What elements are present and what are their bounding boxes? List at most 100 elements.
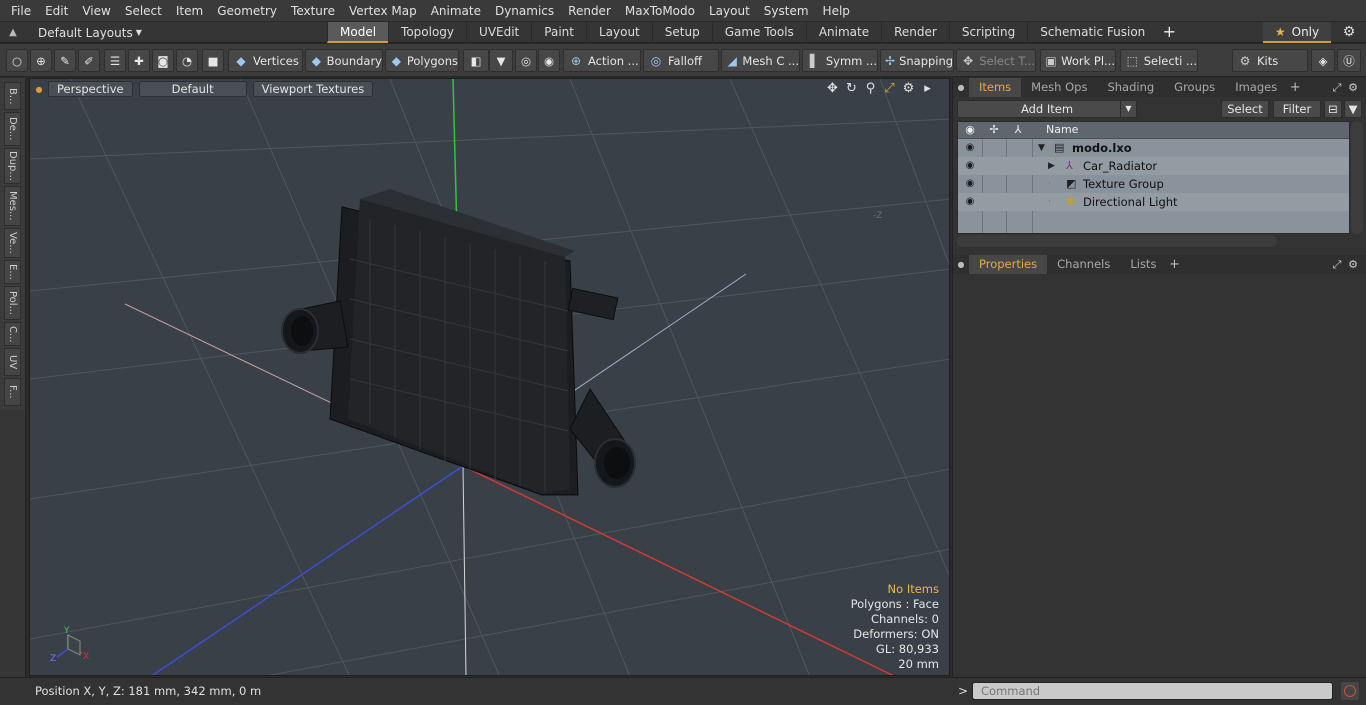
left-tab-edge[interactable]: E... <box>4 260 21 284</box>
menu-animate[interactable]: Animate <box>424 0 488 22</box>
lock-pin-icon[interactable]: ✢ <box>984 122 1004 139</box>
panel-menu-dot-icon[interactable]: ● <box>953 260 969 269</box>
tab-shading[interactable]: Shading <box>1097 78 1164 97</box>
layouts-dropdown[interactable]: ▲ Default Layouts ▼ <box>0 22 142 43</box>
selection-sets-button[interactable]: ⬚ Selecti ... <box>1120 49 1198 72</box>
collapse-up-icon[interactable]: ▲ <box>0 27 26 38</box>
item-mode-cube-icon[interactable]: ■ <box>202 49 224 72</box>
add-panel-tab-plus-icon[interactable]: + <box>1166 257 1182 272</box>
circle-select-icon[interactable]: ○ <box>6 49 28 72</box>
eye-visibility-icon[interactable]: ◉ <box>962 175 978 193</box>
3d-viewport[interactable]: -Z Y X Z ● Perspective Default Viewport … <box>29 78 950 676</box>
left-tab-mesh-edit[interactable]: Mes... <box>4 186 21 226</box>
tab-groups[interactable]: Groups <box>1164 78 1225 97</box>
tab-lists[interactable]: Lists <box>1120 255 1166 274</box>
tab-uvedit[interactable]: UVEdit <box>466 22 531 43</box>
pen-icon[interactable]: ✎ <box>54 49 76 72</box>
menu-file[interactable]: File <box>4 0 38 22</box>
gear-icon[interactable]: ⚙ <box>1338 22 1360 43</box>
left-tab-basic[interactable]: B... <box>4 82 21 110</box>
menu-select[interactable]: Select <box>118 0 169 22</box>
add-tab-plus-icon[interactable]: + <box>1157 22 1181 43</box>
tab-mesh-ops[interactable]: Mesh Ops <box>1021 78 1097 97</box>
left-tab-fusion[interactable]: F... <box>4 378 21 406</box>
unreal-icon[interactable]: Ⓤ <box>1337 49 1361 72</box>
tab-items[interactable]: Items <box>969 78 1022 97</box>
select-through-button[interactable]: ✥ Select T... <box>956 49 1036 72</box>
symmetry-button[interactable]: ▌ Symm ... <box>802 49 878 72</box>
record-macro-icon[interactable] <box>1341 682 1359 700</box>
tab-schematic-fusion[interactable]: Schematic Fusion <box>1027 22 1157 43</box>
snapping-button[interactable]: ✢ Snapping <box>880 49 954 72</box>
eye-visibility-icon[interactable]: ◉ <box>962 139 978 157</box>
menu-maxtomodo[interactable]: MaxToModo <box>618 0 702 22</box>
tab-scripting[interactable]: Scripting <box>948 22 1027 43</box>
globe-icon[interactable]: ⊕ <box>30 49 52 72</box>
tab-model[interactable]: Model <box>327 22 389 43</box>
align-icon[interactable]: ☰ <box>104 49 126 72</box>
panel-gear-icon[interactable]: ⚙ <box>1345 255 1361 274</box>
menu-view[interactable]: View <box>75 0 117 22</box>
expand-panel-icon[interactable]: ⤢ <box>1329 78 1345 97</box>
unity-icon[interactable]: ◈ <box>1311 49 1335 72</box>
expand-panel-icon[interactable]: ⤢ <box>1329 255 1345 274</box>
tab-topology[interactable]: Topology <box>388 22 466 43</box>
action-center-button[interactable]: ⊕ Action ... <box>563 49 641 72</box>
car-radiator-model[interactable] <box>281 189 636 496</box>
tab-images[interactable]: Images <box>1225 78 1287 97</box>
falloff-button[interactable]: ◎ Falloff <box>643 49 719 72</box>
perspective-view-button[interactable]: Perspective <box>48 81 133 97</box>
locator-axis-icon[interactable]: ⅄ <box>1008 122 1028 139</box>
menu-geometry[interactable]: Geometry <box>210 0 284 22</box>
polygons-mode-button[interactable]: ◆ Polygons <box>385 49 459 72</box>
action-center-icon[interactable]: ◎ <box>515 49 537 72</box>
chevron-down-icon[interactable]: ▼ <box>489 49 513 72</box>
mesh-constraint-button[interactable]: ◢ Mesh C ... <box>721 49 800 72</box>
pan-move-icon[interactable]: ✥ <box>823 81 842 96</box>
menu-vertex-map[interactable]: Vertex Map <box>342 0 424 22</box>
left-tab-duplicate[interactable]: Dup... <box>4 148 21 184</box>
menu-layout[interactable]: Layout <box>702 0 757 22</box>
expand-triangle-icon[interactable]: ▶ <box>1048 157 1055 175</box>
kits-button[interactable]: ⚙ Kits <box>1232 49 1308 72</box>
list-item-directional-light[interactable]: ◉ · ✺ Directional Light <box>958 193 1349 211</box>
brush-icon[interactable]: ✐ <box>78 49 100 72</box>
vertices-mode-button[interactable]: ◆ Vertices <box>228 49 303 72</box>
tab-layout[interactable]: Layout <box>585 22 652 43</box>
list-item-modo-lxo[interactable]: ◉ ▼ ▤ modo.lxo <box>958 139 1349 157</box>
menu-edit[interactable]: Edit <box>38 0 75 22</box>
expand-triangle-icon[interactable]: ▼ <box>1038 139 1045 157</box>
menu-system[interactable]: System <box>757 0 816 22</box>
viewport-scene[interactable]: -Z Y X Z <box>30 79 950 676</box>
name-column-header[interactable]: Name <box>1046 122 1078 139</box>
add-panel-tab-plus-icon[interactable]: + <box>1287 80 1303 95</box>
menu-texture[interactable]: Texture <box>284 0 342 22</box>
viewport-gear-icon[interactable]: ⚙ <box>899 81 918 96</box>
menu-render[interactable]: Render <box>561 0 618 22</box>
tab-paint[interactable]: Paint <box>531 22 586 43</box>
maximize-icon[interactable]: ⤢ <box>880 81 899 96</box>
pie-icon[interactable]: ◔ <box>176 49 198 72</box>
frame-icon[interactable]: ◙ <box>152 49 174 72</box>
chevron-down-icon[interactable]: ▼ <box>1120 101 1136 117</box>
tab-properties[interactable]: Properties <box>969 255 1048 274</box>
eye-visibility-icon[interactable]: ◉ <box>962 157 978 175</box>
viewport-textures-button[interactable]: Viewport Textures <box>252 81 374 97</box>
only-toggle[interactable]: ★ Only <box>1263 22 1331 43</box>
left-tab-uv[interactable]: UV <box>4 348 21 376</box>
left-tab-polygon[interactable]: Pol... <box>4 286 21 320</box>
left-tab-curve[interactable]: C... <box>4 322 21 346</box>
viewport-menu-dot-icon[interactable]: ● <box>30 85 48 94</box>
add-item-button[interactable]: Add Item ▼ <box>957 100 1137 118</box>
menu-help[interactable]: Help <box>816 0 857 22</box>
action-axis-icon[interactable]: ◉ <box>538 49 560 72</box>
work-plane-button[interactable]: ▣ Work Pl... <box>1040 49 1116 72</box>
select-button[interactable]: Select <box>1221 100 1269 118</box>
center-icon[interactable]: ✚ <box>128 49 150 72</box>
panel-gear-icon[interactable]: ⚙ <box>1345 78 1361 97</box>
menu-item[interactable]: Item <box>169 0 210 22</box>
eye-visibility-icon[interactable]: ◉ <box>962 193 978 211</box>
tab-render[interactable]: Render <box>881 22 949 43</box>
left-tab-vertex[interactable]: Ve... <box>4 228 21 258</box>
rotate-icon[interactable]: ↻ <box>842 81 861 96</box>
